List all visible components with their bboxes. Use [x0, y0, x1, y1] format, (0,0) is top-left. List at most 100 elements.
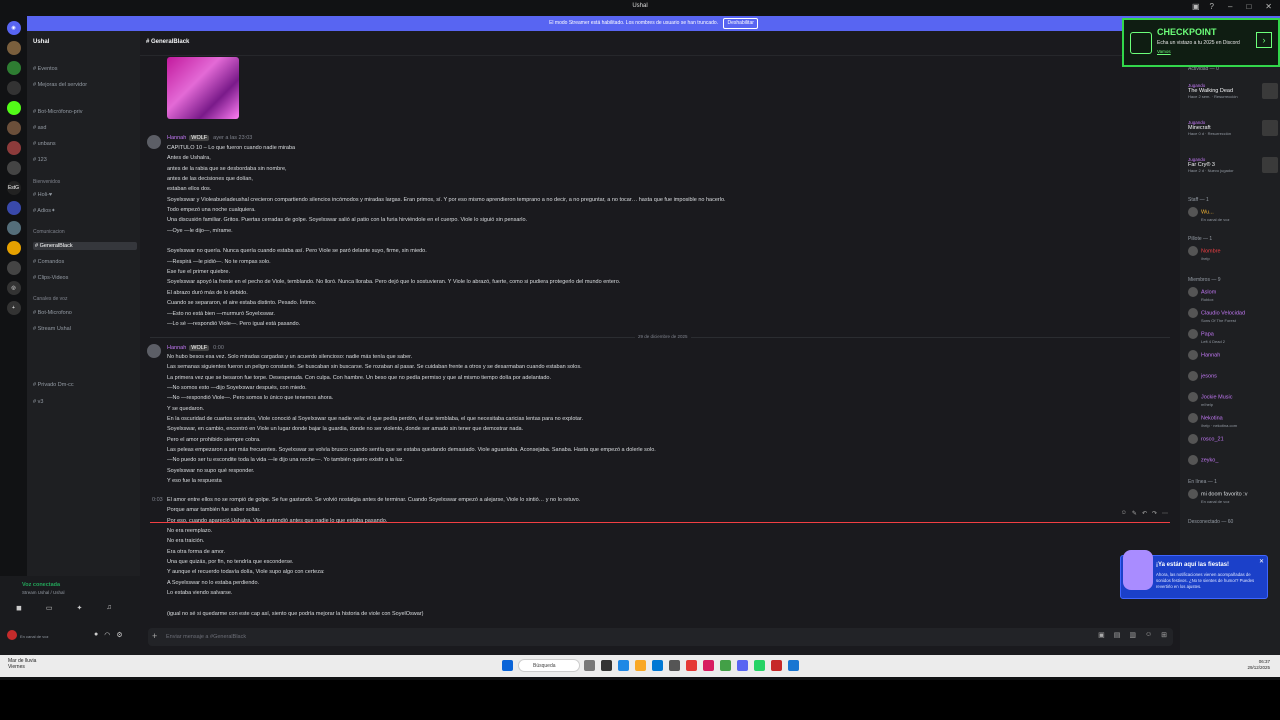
attached-image[interactable] [167, 57, 239, 119]
app-icon[interactable] [686, 660, 697, 671]
server-icon[interactable] [6, 241, 21, 255]
apps-icon[interactable]: ⊞ [1161, 631, 1167, 639]
arrow-right-icon[interactable]: › [1256, 32, 1272, 48]
more-icon[interactable]: ⋯ [1162, 510, 1168, 517]
app-icon[interactable] [771, 660, 782, 671]
app-icon[interactable] [601, 660, 612, 671]
app-icon[interactable] [652, 660, 663, 671]
app-icon[interactable] [754, 660, 765, 671]
app-icon[interactable] [703, 660, 714, 671]
gif-icon[interactable]: ▤ [1114, 631, 1121, 639]
member-item[interactable]: Jockie Music m!help [1188, 392, 1232, 407]
channel-category[interactable]: Comunicacion [33, 229, 65, 235]
app-icon[interactable] [720, 660, 731, 671]
gift-icon[interactable]: ▣ [1098, 631, 1105, 639]
channel-item[interactable]: # Adios✦ [33, 208, 56, 214]
minimize-icon[interactable]: – [1228, 2, 1232, 11]
inbox-icon[interactable]: ▣ [1192, 2, 1200, 11]
message-author[interactable]: Hannah WOLF ayer a las 23:03 [167, 135, 252, 141]
channel-item[interactable]: # Bot-Micrófono-priv [33, 109, 83, 115]
server-icon[interactable] [6, 61, 21, 75]
member-item[interactable]: mi doom favorito :v En canal de voz [1188, 489, 1247, 504]
member-item[interactable]: Wu... En canal de voz [1188, 207, 1229, 222]
help-icon[interactable]: ? [1210, 2, 1214, 11]
channel-category[interactable]: Bienvenidos [33, 179, 60, 185]
taskbar-search[interactable]: Búsqueda [518, 659, 580, 672]
server-name[interactable]: Ushal [33, 39, 49, 45]
home-icon[interactable]: ◉ [6, 21, 21, 35]
activity-icon[interactable]: ✦ [76, 604, 82, 612]
emoji-icon[interactable]: ☺ [1145, 631, 1152, 639]
member-item[interactable]: Nekotina/help · nekotina.com [1188, 413, 1237, 428]
channel-item[interactable]: # Privado Dm-cc [33, 382, 74, 388]
sticker-icon[interactable]: ▥ [1129, 631, 1136, 639]
channel-item[interactable]: # Comandos [33, 259, 64, 265]
channel-item[interactable]: # Mejoras del servidor [33, 82, 87, 88]
channel-item[interactable]: # Holi-♥ [33, 192, 52, 198]
app-icon[interactable] [584, 660, 595, 671]
start-icon[interactable] [502, 660, 513, 671]
server-icon[interactable] [6, 121, 21, 135]
channel-item[interactable]: # unbans [33, 141, 56, 147]
member-item[interactable]: Papa Left 4 Dead 2 [1188, 329, 1225, 344]
app-icon[interactable] [788, 660, 799, 671]
member-item[interactable]: Nombre/help [1188, 246, 1221, 261]
channel-item[interactable]: # Eventos [33, 66, 57, 72]
channel-item[interactable]: # Stream Ushal [33, 326, 71, 332]
member-item[interactable]: rosco_21 [1188, 434, 1224, 444]
channel-item[interactable]: # GeneralBlack [33, 242, 137, 250]
activity-card[interactable]: Jugando Far Cry® 3 Hace 2 d · Nuevo jugado… [1188, 157, 1278, 173]
server-icon[interactable] [6, 221, 21, 235]
member-item[interactable]: Hannah [1188, 350, 1220, 360]
channel-category[interactable]: Canales de voz [33, 296, 67, 302]
add-attachment-icon[interactable]: + [152, 631, 157, 641]
reaction-icon[interactable]: ☺ [1121, 510, 1127, 517]
headphones-icon[interactable]: ◠ [104, 631, 110, 639]
soundboard-icon[interactable]: ♫ [106, 604, 111, 612]
server-icon[interactable] [6, 41, 21, 55]
message-author[interactable]: Hannah WOLF 0:00 [167, 345, 224, 351]
server-icon[interactable] [6, 101, 21, 115]
app-icon[interactable] [669, 660, 680, 671]
clock[interactable]: 06:37 29/12/2025 [1247, 659, 1270, 671]
checkpoint-card[interactable]: CHECKPOINT Echa un vistazo a tu 2025 en … [1122, 18, 1280, 67]
activity-card[interactable]: Jugando Minecraft Hace 0 d · Resurrección [1188, 120, 1278, 136]
channel-item[interactable]: # Bot-Microfono [33, 310, 72, 316]
add-server-icon[interactable]: + [6, 301, 21, 315]
member-item[interactable]: Claudio Velocidad Sons Of The Forest [1188, 308, 1245, 323]
server-icon[interactable] [6, 141, 21, 155]
channel-item[interactable]: # asd [33, 125, 46, 131]
server-icon[interactable] [6, 81, 21, 95]
discord-icon[interactable] [737, 660, 748, 671]
channel-item[interactable]: # v3 [33, 399, 43, 405]
file-explorer-icon[interactable] [635, 660, 646, 671]
mic-icon[interactable]: ● [94, 631, 98, 639]
member-item[interactable]: Aslom Roblox [1188, 287, 1216, 302]
channel-item[interactable]: # 123 [33, 157, 47, 163]
member-item[interactable]: jesons [1188, 371, 1217, 381]
checkpoint-link[interactable]: Vamos [1157, 49, 1171, 54]
gear-icon[interactable]: ⚙ [116, 631, 122, 639]
member-item[interactable]: zeyko_ [1188, 455, 1218, 465]
reply-icon[interactable]: ↶ [1142, 510, 1147, 517]
server-icon[interactable] [6, 261, 21, 275]
forward-icon[interactable]: ↷ [1152, 510, 1157, 517]
weather-widget[interactable]: Mar de lluvia Viernes [8, 658, 36, 670]
voice-channel[interactable]: Stream Ushal / Ushal [22, 590, 65, 595]
avatar[interactable] [147, 344, 161, 358]
avatar[interactable] [147, 135, 161, 149]
close-icon[interactable]: ✕ [1265, 2, 1272, 11]
channel-item[interactable]: # Clips-Videos [33, 275, 68, 281]
activity-card[interactable]: Jugando The Walking Dead Hace 2 sem. · Res… [1188, 83, 1278, 99]
screen-share-icon[interactable]: ▭ [46, 604, 53, 612]
server-icon[interactable] [6, 201, 21, 215]
app-icon[interactable] [618, 660, 629, 671]
message-composer[interactable]: + Enviar mensaje a #GeneralBlack ▣ ▤ ▥ ☺… [148, 628, 1173, 646]
discover-icon[interactable]: ◎ [6, 281, 21, 295]
message-input[interactable]: Enviar mensaje a #GeneralBlack [166, 634, 246, 640]
server-icon-text[interactable]: EstG [6, 181, 21, 195]
camera-icon[interactable]: ◼ [16, 604, 22, 612]
server-icon[interactable] [6, 161, 21, 175]
avatar[interactable] [7, 630, 17, 640]
maximize-icon[interactable]: □ [1246, 2, 1251, 11]
